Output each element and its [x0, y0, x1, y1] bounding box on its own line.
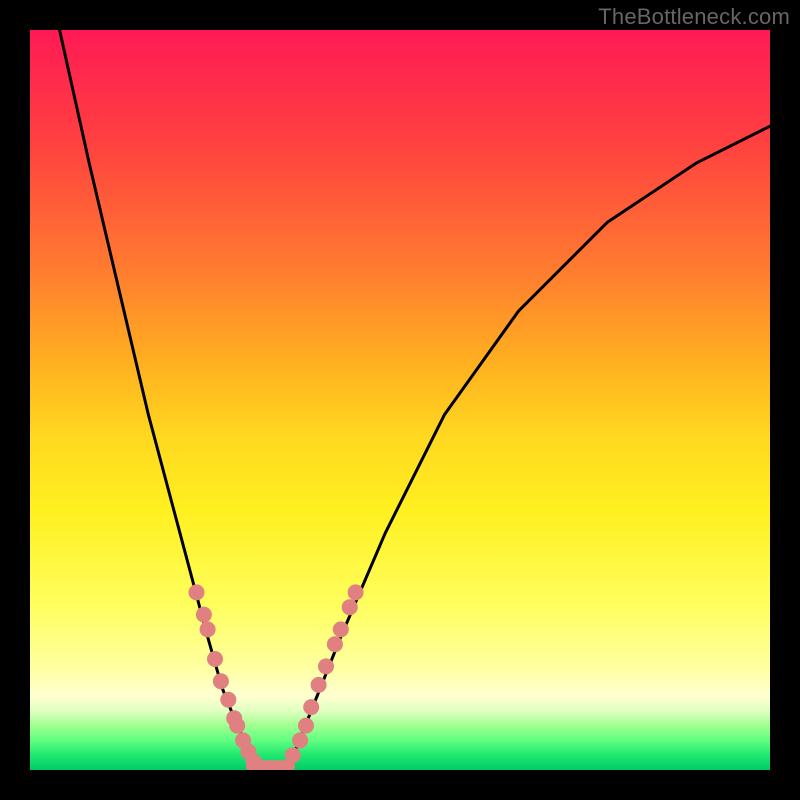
dot-left-dots: [189, 584, 205, 600]
dot-left-dots: [200, 621, 216, 637]
dot-left-dots: [229, 718, 245, 734]
dot-right-dots: [333, 621, 349, 637]
dot-layer: [189, 584, 364, 769]
dot-right-dots: [292, 732, 308, 748]
chart-svg: [30, 30, 770, 770]
dot-right-dots: [285, 747, 301, 763]
dot-right-dots: [311, 677, 327, 693]
dot-left-dots: [220, 692, 236, 708]
dot-left-dots: [213, 673, 229, 689]
dot-right-dots: [348, 584, 364, 600]
dot-right-dots: [303, 699, 319, 715]
series-right-curve: [282, 126, 770, 770]
dot-left-dots: [246, 753, 262, 769]
chart-container: TheBottleneck.com: [0, 0, 800, 800]
dot-right-dots: [342, 599, 358, 615]
curve-layer: [60, 30, 770, 770]
plot-area: [30, 30, 770, 770]
dot-left-dots: [196, 607, 212, 623]
watermark-text: TheBottleneck.com: [598, 4, 790, 30]
dot-right-dots: [327, 636, 343, 652]
dot-left-dots: [207, 651, 223, 667]
dot-right-dots: [298, 718, 314, 734]
dot-right-dots: [318, 658, 334, 674]
series-left-curve: [60, 30, 260, 770]
